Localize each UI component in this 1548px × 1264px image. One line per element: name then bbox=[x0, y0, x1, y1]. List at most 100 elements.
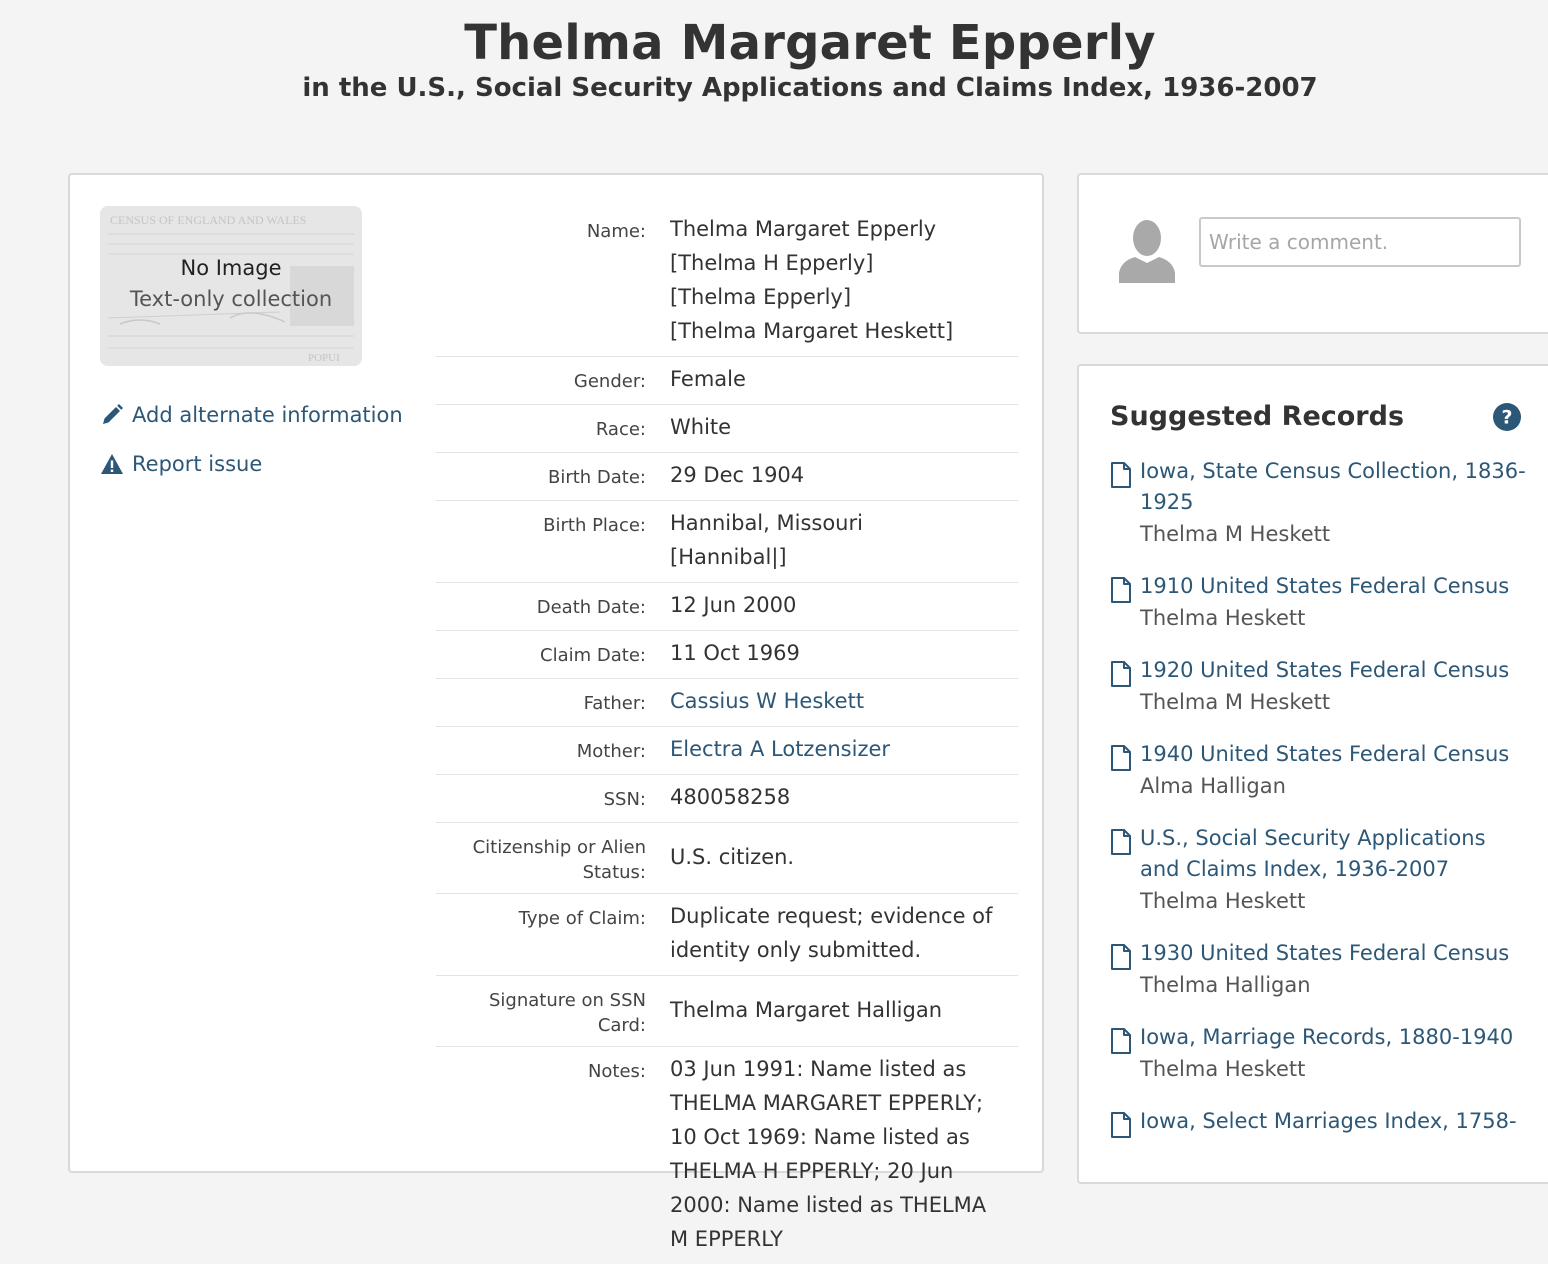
suggested-record-item[interactable]: Iowa, State Census Collection, 1836-1925… bbox=[1110, 456, 1530, 551]
avatar-icon bbox=[1119, 220, 1175, 283]
field-label-race: Race: bbox=[595, 419, 646, 440]
suggested-record-item[interactable]: 1930 United States Federal Census Thelma… bbox=[1110, 938, 1530, 1002]
field-value-birth-date: 29 Dec 1904 bbox=[670, 463, 805, 487]
field-row-gender: Gender: Female bbox=[436, 357, 1018, 405]
document-icon bbox=[1111, 1112, 1131, 1138]
suggested-record-person: Thelma Heskett bbox=[1140, 1057, 1306, 1081]
mother-link[interactable]: Electra A Lotzensizer bbox=[670, 732, 1010, 766]
report-issue-link[interactable]: Report issue bbox=[100, 447, 403, 481]
field-row-father: Father: Cassius W Heskett bbox=[436, 679, 1018, 727]
suggested-record-link[interactable]: Iowa, State Census Collection, 1836-1925 bbox=[1140, 456, 1530, 518]
field-row-signature: Signature on SSN Card: Thelma Margaret H… bbox=[436, 976, 1018, 1047]
field-row-claim-type: Type of Claim: Duplicate request; eviden… bbox=[436, 894, 1018, 976]
document-icon bbox=[1111, 661, 1131, 687]
field-label-mother: Mother: bbox=[576, 741, 646, 762]
field-row-mother: Mother: Electra A Lotzensizer bbox=[436, 727, 1018, 775]
citizenship-label-line2: Status: bbox=[582, 862, 646, 883]
name-alternate-3: [Thelma Margaret Heskett] bbox=[670, 319, 954, 343]
name-alternate-2: [Thelma Epperly] bbox=[670, 285, 852, 309]
citizenship-label-line1: Citizenship or Alien bbox=[472, 837, 646, 858]
document-icon bbox=[1111, 1028, 1131, 1054]
suggested-record-item[interactable]: 1910 United States Federal Census Thelma… bbox=[1110, 571, 1530, 635]
document-icon bbox=[1111, 462, 1131, 488]
comment-input[interactable] bbox=[1199, 217, 1521, 267]
suggested-record-item[interactable]: 1940 United States Federal Census Alma H… bbox=[1110, 739, 1530, 803]
field-label-father: Father: bbox=[583, 693, 646, 714]
field-row-citizenship: Citizenship or Alien Status: U.S. citize… bbox=[436, 823, 1018, 894]
field-label-signature: Signature on SSN Card: bbox=[436, 981, 646, 1038]
field-row-name: Name: Thelma Margaret Epperly [Thelma H … bbox=[436, 207, 1018, 357]
suggested-record-person: Alma Halligan bbox=[1140, 774, 1286, 798]
svg-text:?: ? bbox=[1501, 407, 1512, 429]
record-actions: Add alternate information Report issue bbox=[100, 398, 403, 496]
suggested-record-link[interactable]: Iowa, Select Marriages Index, 1758- bbox=[1140, 1106, 1530, 1137]
report-issue-label: Report issue bbox=[132, 452, 263, 476]
signature-label-line1: Signature on SSN bbox=[488, 990, 646, 1011]
suggested-record-link[interactable]: 1910 United States Federal Census bbox=[1140, 571, 1530, 602]
suggested-records-card: Suggested Records ? Iowa, State Census C… bbox=[1077, 364, 1548, 1184]
field-label-birth-date: Birth Date: bbox=[547, 467, 646, 488]
field-value-citizenship: U.S. citizen. bbox=[670, 844, 795, 869]
field-value-name: Thelma Margaret Epperly [Thelma H Epperl… bbox=[646, 212, 1010, 348]
suggested-record-link[interactable]: 1930 United States Federal Census bbox=[1140, 938, 1530, 969]
field-value-ssn: 480058258 bbox=[670, 785, 791, 809]
suggested-record-link[interactable]: Iowa, Marriage Records, 1880-1940 bbox=[1140, 1022, 1530, 1053]
field-label-claim-date: Claim Date: bbox=[540, 645, 646, 666]
no-image-message: No Image Text-only collection bbox=[100, 253, 362, 315]
field-value-signature: Thelma Margaret Halligan bbox=[670, 997, 943, 1022]
svg-text:POPUI: POPUI bbox=[308, 352, 340, 364]
suggested-record-item[interactable]: Iowa, Marriage Records, 1880-1940 Thelma… bbox=[1110, 1022, 1530, 1086]
record-card: CENSUS OF ENGLAND AND WALES POPUI No Ima… bbox=[68, 173, 1044, 1251]
field-value-claim-type: Duplicate request; evidence of identity … bbox=[670, 904, 993, 962]
field-label-citizenship: Citizenship or Alien Status: bbox=[436, 828, 646, 885]
help-icon[interactable]: ? bbox=[1492, 402, 1522, 432]
document-icon bbox=[1111, 829, 1131, 855]
field-row-ssn: SSN: 480058258 bbox=[436, 775, 1018, 823]
suggested-records-title: Suggested Records bbox=[1110, 401, 1405, 432]
no-image-label: No Image bbox=[180, 256, 282, 280]
comment-card bbox=[1077, 173, 1548, 334]
suggested-record-item[interactable]: U.S., Social Security Applications and C… bbox=[1110, 823, 1530, 918]
suggested-record-item[interactable]: 1920 United States Federal Census Thelma… bbox=[1110, 655, 1530, 719]
add-alternate-information-label: Add alternate information bbox=[132, 403, 403, 427]
suggested-record-link[interactable]: 1920 United States Federal Census bbox=[1140, 655, 1530, 686]
svg-text:CENSUS OF ENGLAND AND WALES: CENSUS OF ENGLAND AND WALES bbox=[110, 213, 306, 227]
page-header: Thelma Margaret Epperly in the U.S., Soc… bbox=[0, 14, 1548, 104]
field-label-ssn: SSN: bbox=[603, 789, 646, 810]
suggested-record-link[interactable]: 1940 United States Federal Census bbox=[1140, 739, 1530, 770]
field-label-notes: Notes: bbox=[587, 1061, 646, 1082]
field-label-name: Name: bbox=[586, 221, 646, 242]
field-row-death-date: Death Date: 12 Jun 2000 bbox=[436, 583, 1018, 631]
document-icon bbox=[1111, 944, 1131, 970]
suggested-record-person: Thelma Heskett bbox=[1140, 889, 1306, 913]
field-label-claim-type: Type of Claim: bbox=[518, 908, 646, 929]
name-primary: Thelma Margaret Epperly bbox=[670, 217, 937, 241]
text-only-label: Text-only collection bbox=[129, 287, 333, 311]
birth-place-alternate: [Hannibal|] bbox=[670, 545, 787, 569]
field-value-race: White bbox=[670, 415, 732, 439]
father-link[interactable]: Cassius W Heskett bbox=[670, 684, 1010, 718]
field-value-gender: Female bbox=[670, 367, 746, 391]
warning-icon bbox=[101, 454, 123, 474]
suggested-record-person: Thelma M Heskett bbox=[1140, 690, 1331, 714]
add-alternate-information-link[interactable]: Add alternate information bbox=[100, 398, 403, 432]
pencil-icon bbox=[103, 404, 123, 424]
field-row-birth-place: Birth Place: Hannibal, Missouri [Hanniba… bbox=[436, 501, 1018, 583]
document-icon bbox=[1111, 745, 1131, 771]
record-image-thumbnail[interactable]: CENSUS OF ENGLAND AND WALES POPUI No Ima… bbox=[100, 206, 362, 366]
birth-place-primary: Hannibal, Missouri bbox=[670, 511, 863, 535]
field-row-notes: Notes: 03 Jun 1991: Name listed as THELM… bbox=[436, 1047, 1018, 1264]
suggested-record-person: Thelma Heskett bbox=[1140, 606, 1306, 630]
field-row-claim-date: Claim Date: 11 Oct 1969 bbox=[436, 631, 1018, 679]
field-value-death-date: 12 Jun 2000 bbox=[670, 593, 797, 617]
suggested-record-link[interactable]: U.S., Social Security Applications and C… bbox=[1140, 823, 1530, 885]
field-value-notes: 03 Jun 1991: Name listed as THELMA MARGA… bbox=[670, 1057, 987, 1251]
field-label-gender: Gender: bbox=[573, 371, 646, 392]
suggested-record-item[interactable]: Iowa, Select Marriages Index, 1758- bbox=[1110, 1106, 1530, 1138]
record-fields-table: Name: Thelma Margaret Epperly [Thelma H … bbox=[436, 207, 1018, 1264]
collection-subtitle: in the U.S., Social Security Application… bbox=[302, 73, 1318, 103]
suggested-records-list: Iowa, State Census Collection, 1836-1925… bbox=[1110, 456, 1530, 1158]
field-row-birth-date: Birth Date: 29 Dec 1904 bbox=[436, 453, 1018, 501]
document-icon bbox=[1111, 577, 1131, 603]
page-title: Thelma Margaret Epperly bbox=[464, 15, 1156, 71]
